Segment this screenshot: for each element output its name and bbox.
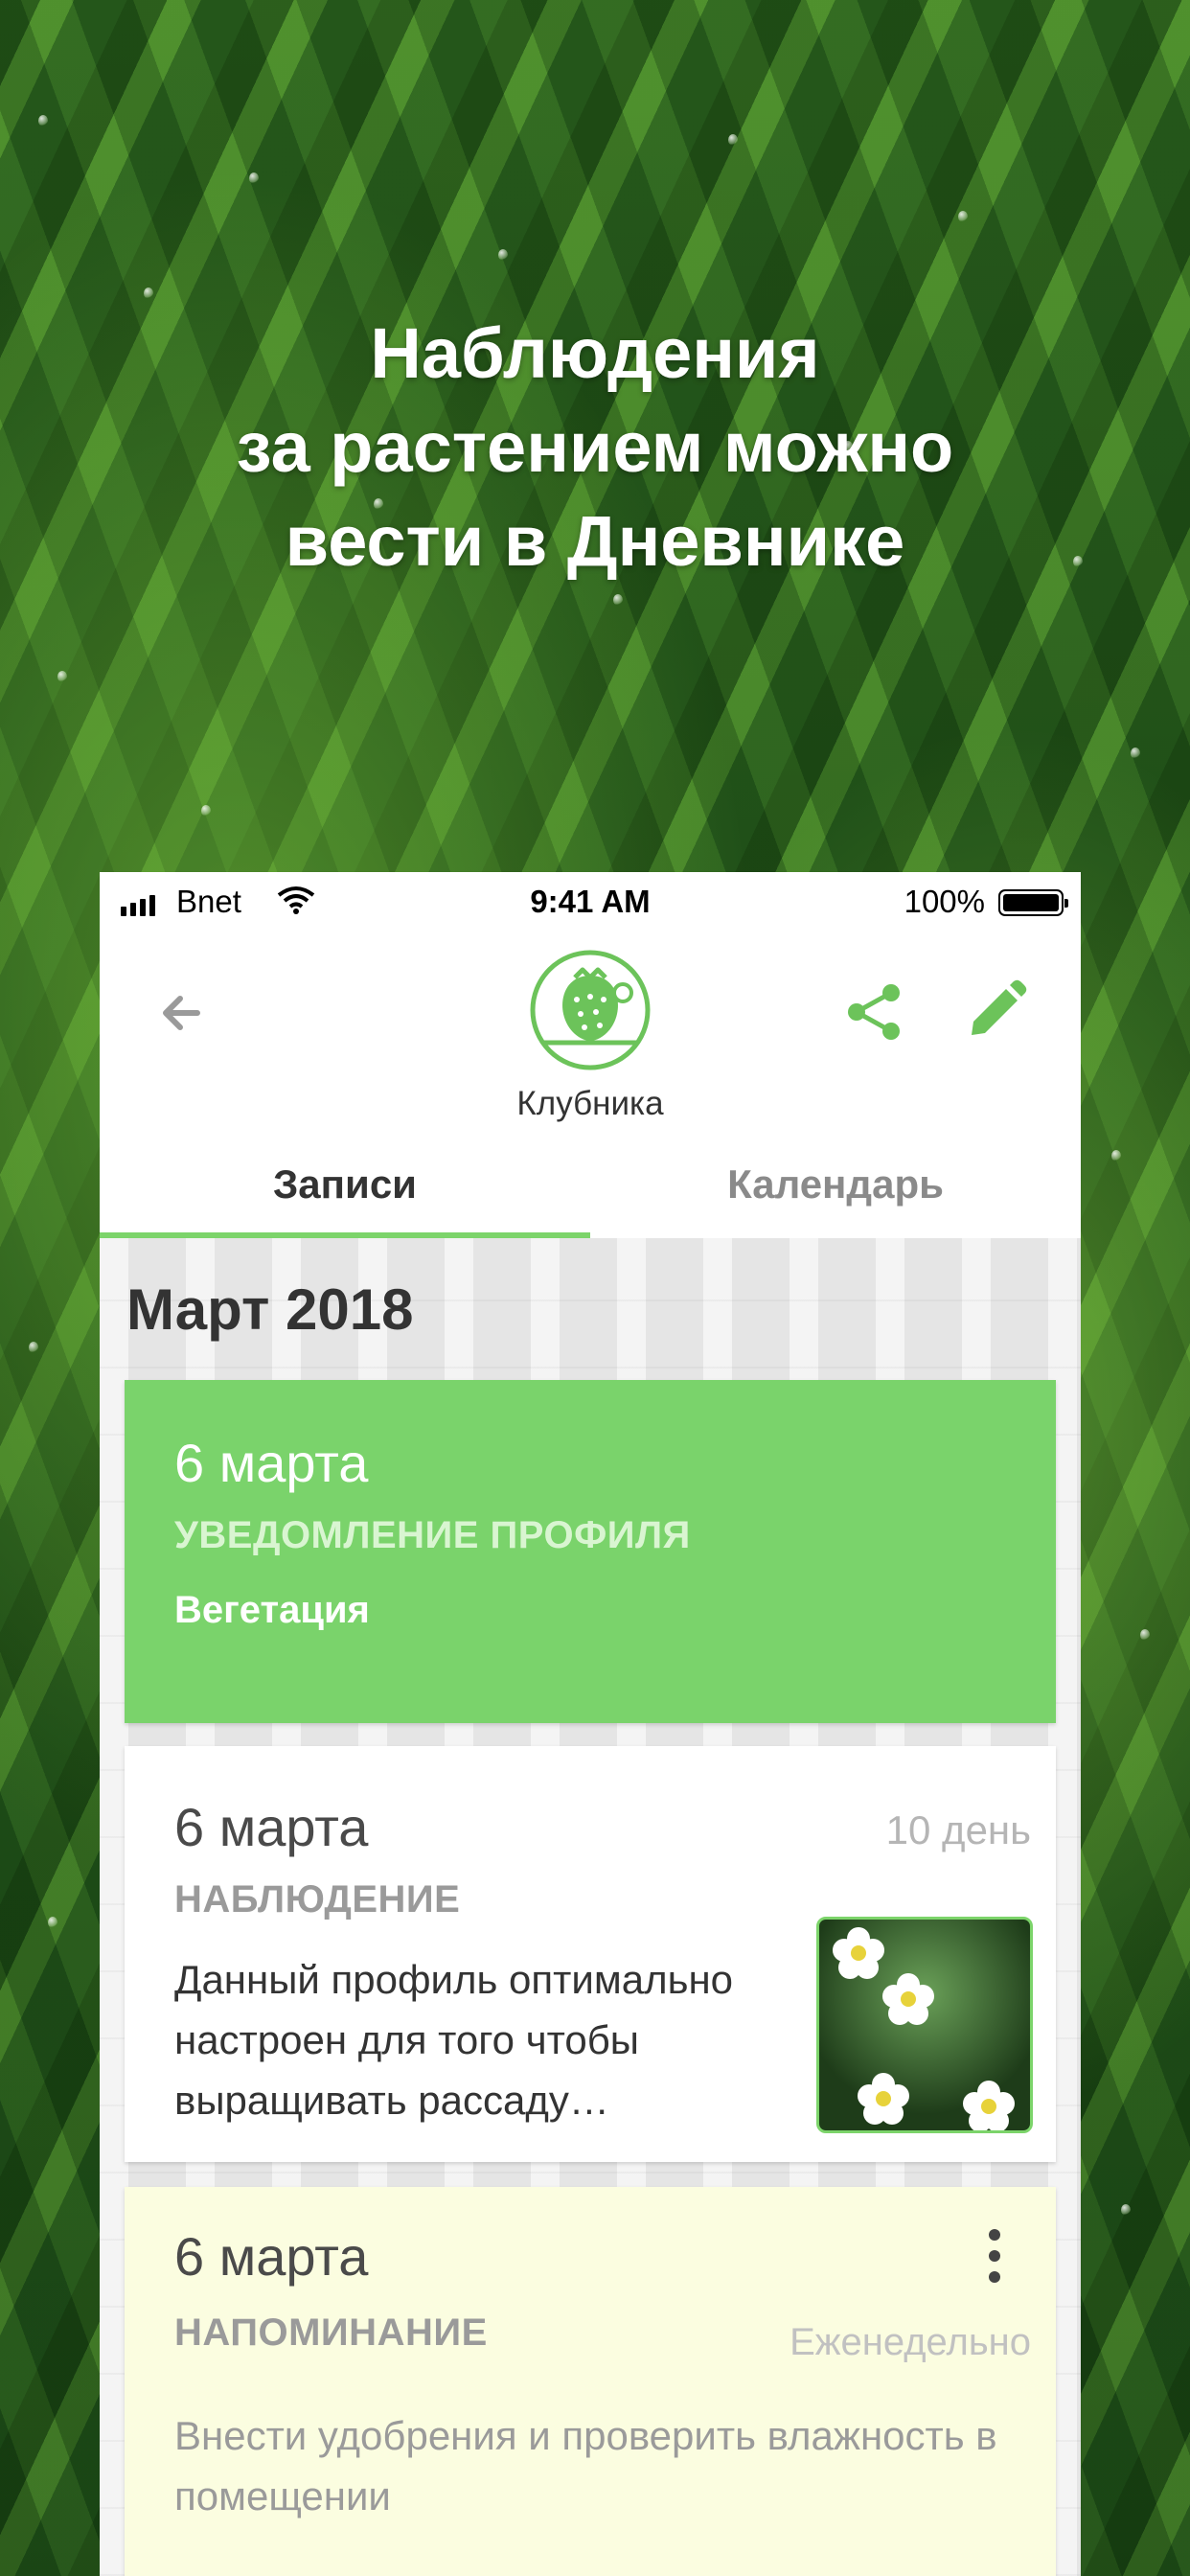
entry-type: НАПОМИНАНИЕ (174, 2312, 488, 2354)
tab-bar: Записи Календарь (100, 1123, 1081, 1238)
headline-line-1: Наблюдения (370, 313, 820, 393)
app-bar: Клубника (100, 932, 1081, 1123)
diary-feed[interactable]: Март 2018 6 марта УВЕДОМЛЕНИЕ ПРОФИЛЯ Ве… (100, 1238, 1081, 2576)
entry-frequency: Еженедельно (790, 2321, 1031, 2363)
tab-records[interactable]: Записи (100, 1123, 590, 1238)
entry-date: 6 марта (174, 1797, 369, 1857)
promo-headline: Наблюдения за растением можно вести в Дн… (0, 307, 1190, 588)
flower-icon (963, 2081, 1015, 2130)
entry-subtitle: Вегетация (174, 1589, 370, 1631)
strawberry-flowers-photo[interactable] (816, 1917, 1033, 2133)
flower-icon (882, 1973, 934, 2025)
observation-card[interactable]: 6 марта 10 день НАБЛЮДЕНИЕ Данный профил… (125, 1746, 1056, 2162)
battery-icon (998, 889, 1068, 916)
status-bar: Bnet 9:41 AM 100% (100, 872, 1081, 932)
reminder-card[interactable]: 6 марта НАПОМИНАНИЕ Еженедельно Внести у… (125, 2187, 1056, 2576)
entry-text: Данный профиль оптимально настроен для т… (174, 1957, 734, 2123)
flower-icon (833, 1927, 884, 1979)
profile-notification-card[interactable]: 6 марта УВЕДОМЛЕНИЕ ПРОФИЛЯ Вегетация (125, 1380, 1056, 1723)
entry-day-count: 10 день (885, 1807, 1031, 1852)
headline-line-2: за растением можно (236, 407, 954, 487)
entry-text: Внести удобрения и проверить влажность в… (174, 2413, 997, 2518)
entry-type: НАБЛЮДЕНИЕ (174, 1878, 461, 1920)
battery-percent: 100% (904, 884, 985, 919)
month-header: Март 2018 (126, 1277, 414, 1342)
headline-line-3: вести в Дневнике (285, 501, 905, 581)
pencil-icon[interactable] (958, 976, 1031, 1048)
share-icon[interactable] (837, 976, 910, 1048)
entry-date: 6 марта (174, 1433, 369, 1493)
plant-name: Клубника (516, 1085, 664, 1122)
strawberry-icon (530, 950, 651, 1070)
flower-icon (858, 2073, 909, 2125)
entry-date: 6 марта (174, 2226, 369, 2287)
phone-screen: Bnet 9:41 AM 100% Клубника Записи Календ… (100, 872, 1081, 2576)
more-vertical-icon[interactable] (985, 2229, 1004, 2296)
entry-type: УВЕДОМЛЕНИЕ ПРОФИЛЯ (174, 1514, 691, 1556)
arrow-left-icon[interactable] (149, 979, 217, 1046)
tab-calendar[interactable]: Календарь (590, 1123, 1081, 1238)
